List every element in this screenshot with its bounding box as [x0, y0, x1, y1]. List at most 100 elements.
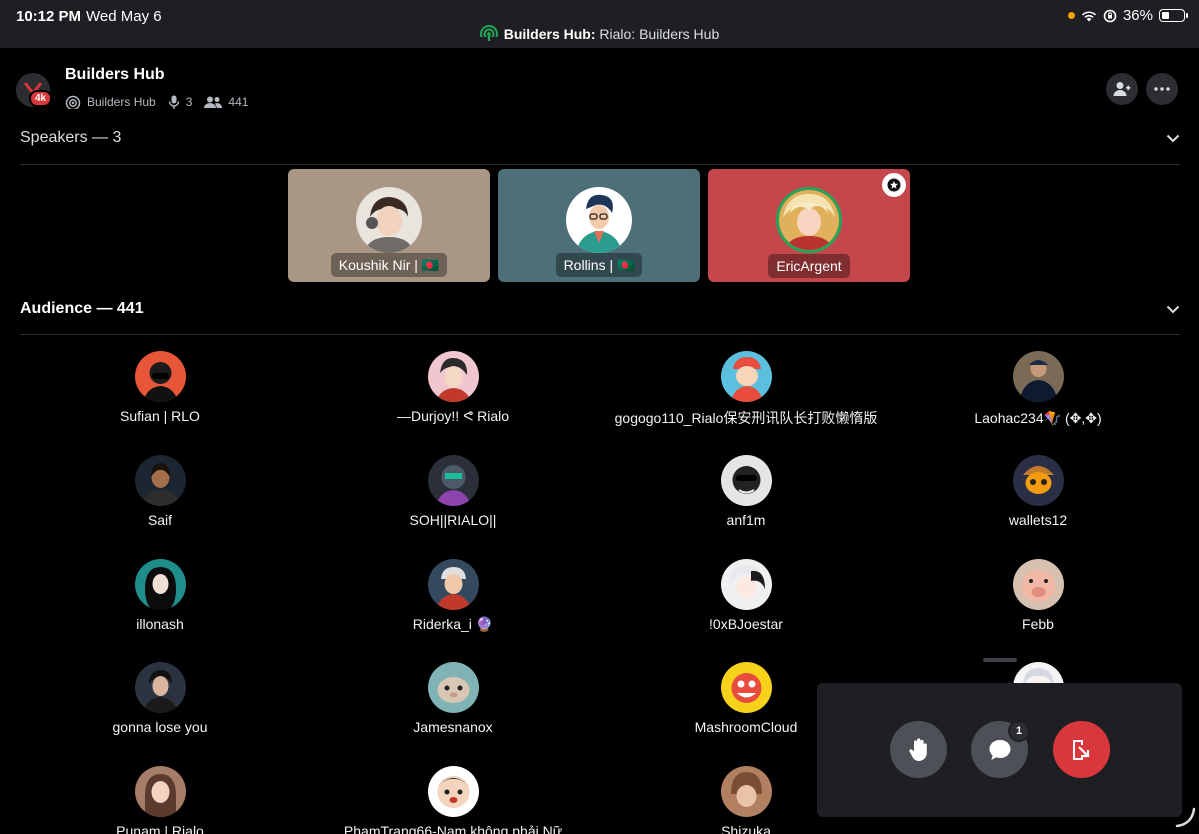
- leave-stage-button[interactable]: [1053, 721, 1110, 778]
- stage-banner-server: Builders Hub:: [503, 26, 596, 42]
- raise-hand-button[interactable]: [890, 721, 947, 778]
- audience-member-name: Punam | Rialo: [116, 823, 204, 834]
- audience-member-name: Saif: [147, 512, 173, 528]
- avatar: [427, 662, 479, 713]
- audience-member[interactable]: —Durjoy!! ᕙ Rialo: [307, 351, 599, 425]
- invite-button[interactable]: [1106, 73, 1138, 105]
- audience-member-name: Riderka_i 🔮: [412, 616, 494, 632]
- status-bar: 10:12 PM Wed May 6 36% Builders Hub: Ria…: [0, 0, 1199, 48]
- battery-icon: [1159, 9, 1188, 22]
- speakers-section-header[interactable]: Speakers — 3: [20, 129, 1180, 147]
- stage-icon: [65, 95, 81, 109]
- stage-banner[interactable]: Builders Hub: Rialo: Builders Hub: [0, 25, 1199, 43]
- status-time: 10:12 PM: [16, 8, 82, 25]
- audience-member-name: Shizuka: [721, 823, 771, 834]
- audience-member[interactable]: wallets12: [892, 455, 1184, 528]
- moderator-badge: [882, 173, 906, 197]
- battery-percent: 36%: [1122, 7, 1153, 24]
- speaker-name: EricArgent: [768, 254, 850, 278]
- audience-member-name: anf1m: [726, 512, 766, 528]
- avatar: [134, 766, 186, 817]
- audience-member[interactable]: PhamTrang66-Nam không phải Nữ: [307, 766, 599, 834]
- avatar: [356, 187, 422, 253]
- audience-member[interactable]: Laohac234🪁 (✥,✥): [892, 351, 1184, 427]
- audience-member[interactable]: Riderka_i 🔮: [307, 559, 599, 633]
- hand-icon: [908, 737, 927, 761]
- audience-member[interactable]: !0xBJoestar: [600, 559, 892, 632]
- audience-member-name: gogogo110_Rialo保安刑讯队长打败懒惰版: [614, 410, 878, 426]
- audience-member[interactable]: Febb: [892, 559, 1184, 632]
- leave-icon: [1072, 739, 1089, 760]
- audience-member[interactable]: Saif: [14, 455, 306, 528]
- wifi-icon: [1081, 11, 1096, 21]
- audience-member-name: Laohac234🪁 (✥,✥): [974, 410, 1102, 426]
- chat-count-badge: 1: [1008, 720, 1030, 742]
- avatar: [1012, 455, 1064, 506]
- audience-member[interactable]: gonna lose you: [14, 662, 306, 735]
- avatar: [720, 766, 772, 817]
- audience-member-name: —Durjoy!! ᕙ Rialo: [396, 408, 510, 424]
- audience-label: Audience — 441: [20, 300, 144, 317]
- mic-in-use-indicator: [1067, 12, 1075, 19]
- audience-section-header[interactable]: Audience — 441: [20, 300, 1180, 318]
- audience-member[interactable]: gogogo110_Rialo保安刑讯队长打败懒惰版: [600, 351, 892, 428]
- avatar: [427, 766, 479, 817]
- speaker-name: Rollins | 🇧🇩: [555, 253, 643, 277]
- audience-member[interactable]: Punam | Rialo: [14, 766, 306, 834]
- audience-member[interactable]: anf1m: [600, 455, 892, 528]
- avatar: [427, 351, 479, 402]
- avatar: [134, 455, 186, 506]
- avatar: [1012, 559, 1064, 610]
- avatar: [134, 351, 186, 402]
- more-options-button[interactable]: [1146, 73, 1178, 105]
- chevron-down-icon: [1166, 134, 1180, 142]
- audience-member[interactable]: Jamesnanox: [307, 662, 599, 735]
- audience-member-name: Jamesnanox: [413, 719, 493, 735]
- speakers-label: Speakers — 3: [20, 129, 122, 146]
- chevron-down-icon: [1166, 305, 1180, 313]
- divider: [20, 334, 1180, 335]
- people-icon: [204, 96, 223, 108]
- audience-member-name: gonna lose you: [112, 719, 208, 735]
- avatar: [566, 187, 632, 253]
- audience-member-name: MashroomCloud: [694, 719, 798, 735]
- status-indicators: 36%: [1067, 7, 1188, 24]
- stage-meta: Builders Hub 3 441: [65, 95, 248, 109]
- speaker-name: Koushik Nir | 🇧🇩: [330, 253, 448, 277]
- avatar: [720, 662, 772, 713]
- avatar: [720, 351, 772, 402]
- audience-member[interactable]: illonash: [14, 559, 306, 632]
- battery-level: [1161, 11, 1169, 19]
- speaker-card[interactable]: Koushik Nir | 🇧🇩: [288, 169, 490, 282]
- avatar: [134, 559, 186, 610]
- avatar: [427, 455, 479, 506]
- divider: [20, 164, 1180, 165]
- chat-bubble-icon: [989, 739, 1010, 760]
- panel-grabber[interactable]: [983, 658, 1017, 662]
- more-icon: [1154, 87, 1170, 91]
- audience-member-name: wallets12: [1008, 512, 1068, 528]
- stage-channel-icon: [479, 25, 498, 43]
- speaker-count: 3: [185, 95, 193, 109]
- audience-member-name: Sufian | RLO: [120, 408, 200, 424]
- speaker-card[interactable]: Rollins | 🇧🇩: [498, 169, 700, 282]
- stage-banner-title: Rialo: Builders Hub: [599, 26, 720, 42]
- stage-channel-name: Builders Hub: [87, 95, 156, 109]
- audience-member-name: illonash: [136, 616, 184, 632]
- moderator-icon: [887, 178, 901, 192]
- stage-controls-panel: 1: [817, 683, 1182, 817]
- speaker-card[interactable]: EricArgent: [708, 169, 910, 282]
- audience-member[interactable]: SOH||RIALO||: [307, 455, 599, 528]
- resize-handle-icon[interactable]: [1174, 806, 1196, 828]
- audience-member[interactable]: Sufian | RLO: [14, 351, 306, 424]
- audience-member-name: !0xBJoestar: [709, 616, 783, 632]
- microphone-icon: [168, 95, 179, 109]
- listener-count: 441: [228, 95, 249, 109]
- audience-member-name: PhamTrang66-Nam không phải Nữ: [343, 823, 563, 834]
- avatar: [720, 559, 772, 610]
- audience-member-name: SOH||RIALO||: [409, 512, 497, 528]
- orientation-lock-icon: [1103, 9, 1117, 22]
- status-date: Wed May 6: [86, 8, 162, 25]
- audience-member-name: Febb: [1022, 616, 1054, 632]
- avatar: [427, 559, 479, 610]
